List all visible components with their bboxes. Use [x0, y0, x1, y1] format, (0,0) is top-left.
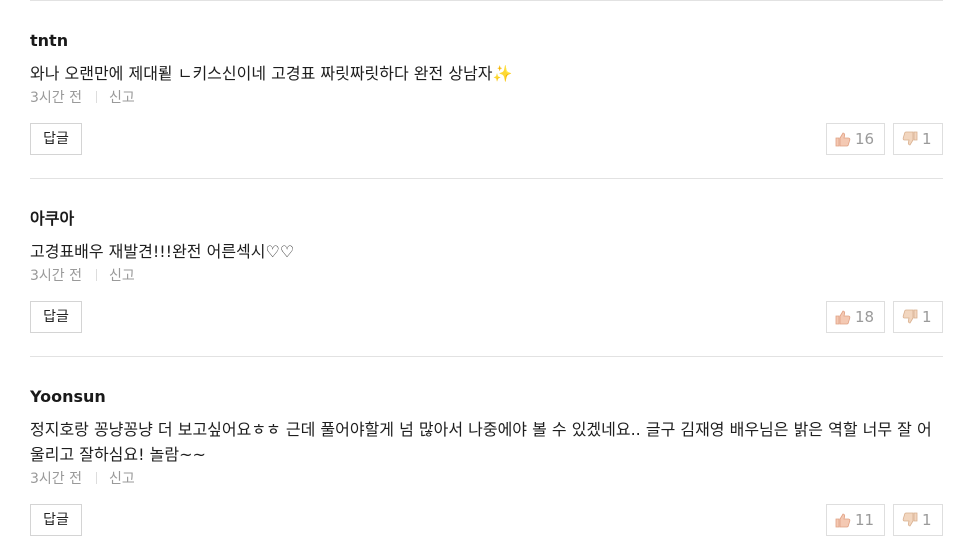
comment-text: 와나 오랜만에 제대룉 ㄴ키스신이네 고경표 짜릿짜릿하다 완전 상남자✨: [30, 61, 942, 86]
meta-separator: [96, 91, 97, 103]
comment-meta: 3시간 전 신고: [30, 470, 135, 488]
thumbs-down-icon: [902, 512, 918, 527]
comment-body: 와나 오랜만에 제대룉 ㄴ키스신이네 고경표 짜릿짜릿하다 완전 상남자: [30, 64, 493, 83]
like-count: 16: [855, 130, 875, 148]
report-link[interactable]: 신고: [109, 268, 135, 284]
comment-item: Yoonsun 정지호랑 꽁냥꽁냥 더 보고싶어요ㅎㅎ 근데 풀어야할게 넘 많…: [30, 357, 943, 557]
comment-author: tntn: [30, 31, 69, 50]
vote-buttons: 16 1: [826, 123, 943, 155]
comment-body: 고경표배우 재발견!!!완전 어른섹시♡♡: [30, 242, 295, 261]
like-count: 11: [855, 511, 875, 529]
meta-separator: [96, 472, 97, 484]
meta-separator: [96, 269, 97, 281]
dislike-count: 1: [922, 308, 932, 326]
comment-time: 3시간 전: [30, 471, 82, 487]
thumbs-down-icon: [902, 309, 918, 324]
like-button[interactable]: 18: [826, 301, 885, 333]
thumbs-up-icon: [835, 132, 851, 147]
like-count: 18: [855, 308, 875, 326]
comment-meta: 3시간 전 신고: [30, 267, 135, 285]
comment-author: Yoonsun: [30, 387, 106, 406]
thumbs-up-icon: [835, 310, 851, 325]
report-link[interactable]: 신고: [109, 90, 135, 106]
reply-button[interactable]: 답글: [30, 504, 82, 536]
comment-author: 아쿠아: [30, 209, 75, 228]
like-button[interactable]: 16: [826, 123, 885, 155]
comment-time: 3시간 전: [30, 268, 82, 284]
comment-text: 고경표배우 재발견!!!완전 어른섹시♡♡: [30, 239, 942, 264]
dislike-count: 1: [922, 511, 932, 529]
comment-text: 정지호랑 꽁냥꽁냥 더 보고싶어요ㅎㅎ 근데 풀어야할게 넘 많아서 나중에야 …: [30, 417, 942, 467]
dislike-count: 1: [922, 130, 932, 148]
dislike-button[interactable]: 1: [893, 301, 943, 333]
report-link[interactable]: 신고: [109, 471, 135, 487]
comment-item: tntn 와나 오랜만에 제대룉 ㄴ키스신이네 고경표 짜릿짜릿하다 완전 상남…: [30, 1, 943, 179]
reply-button[interactable]: 답글: [30, 123, 82, 155]
comment-list: tntn 와나 오랜만에 제대룉 ㄴ키스신이네 고경표 짜릿짜릿하다 완전 상남…: [30, 0, 943, 557]
vote-buttons: 11 1: [826, 504, 943, 536]
comment-body: 정지호랑 꽁냥꽁냥 더 보고싶어요ㅎㅎ 근데 풀어야할게 넘 많아서 나중에야 …: [30, 420, 932, 464]
thumbs-down-icon: [902, 131, 918, 146]
comment-time: 3시간 전: [30, 90, 82, 106]
like-button[interactable]: 11: [826, 504, 885, 536]
thumbs-up-icon: [835, 513, 851, 528]
vote-buttons: 18 1: [826, 301, 943, 333]
dislike-button[interactable]: 1: [893, 123, 943, 155]
reply-button[interactable]: 답글: [30, 301, 82, 333]
sparkle-emoji: ✨: [492, 64, 513, 83]
comment-meta: 3시간 전 신고: [30, 89, 135, 107]
comment-item: 아쿠아 고경표배우 재발견!!!완전 어른섹시♡♡ 3시간 전 신고 답글 18 …: [30, 179, 943, 357]
dislike-button[interactable]: 1: [893, 504, 943, 536]
